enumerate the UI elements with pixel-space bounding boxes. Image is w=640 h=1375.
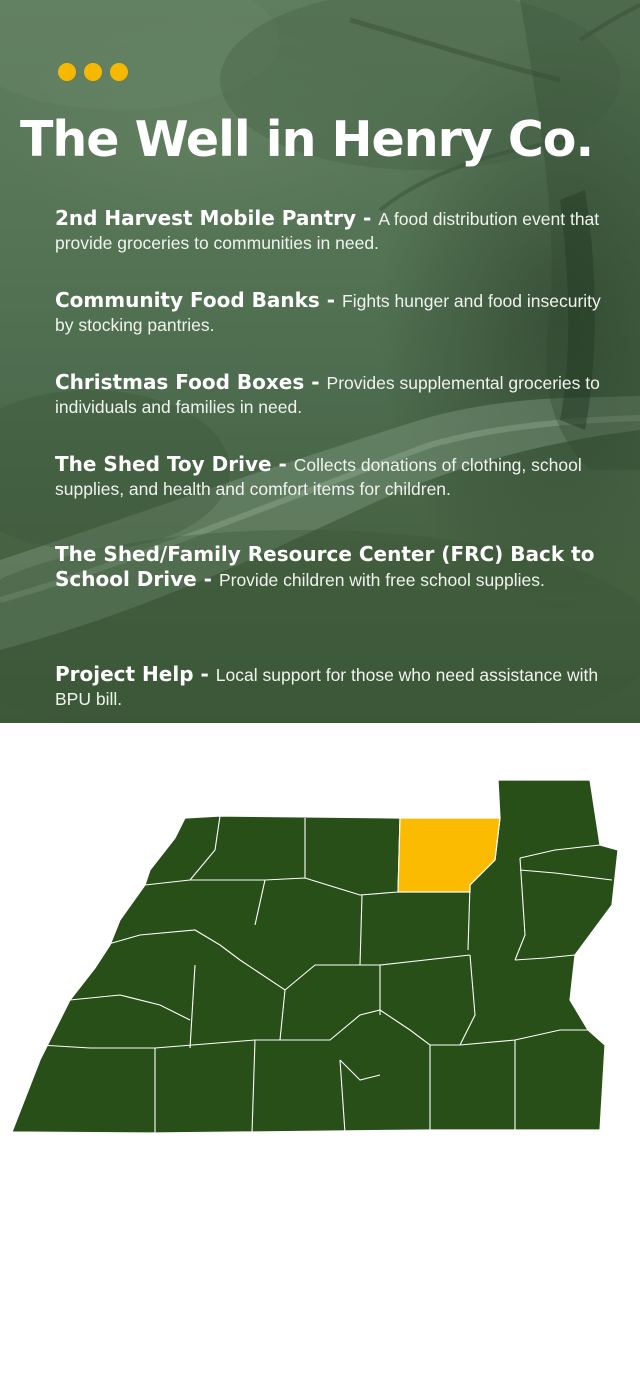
program-item: The Shed/Family Resource Center (FRC) Ba… (55, 542, 615, 592)
region-outline (11, 779, 619, 1134)
program-separator: - (193, 662, 216, 686)
region-shape (11, 779, 619, 1134)
dot-icon (84, 63, 102, 81)
program-item: The Shed Toy Drive - Collects donations … (55, 452, 615, 501)
program-separator: - (271, 452, 294, 476)
program-name: The Shed Toy Drive (55, 452, 272, 476)
dot-icon (58, 63, 76, 81)
program-item: Project Help - Local support for those w… (55, 662, 615, 711)
page-title: The Well in Henry Co. (20, 111, 594, 168)
dot-icon (110, 63, 128, 81)
program-item: Christmas Food Boxes - Provides suppleme… (55, 370, 615, 419)
program-name: Community Food Banks (55, 288, 320, 312)
decorative-dots (58, 63, 128, 81)
program-item: 2nd Harvest Mobile Pantry - A food distr… (55, 206, 615, 255)
program-name: Christmas Food Boxes (55, 370, 305, 394)
county-map (11, 779, 619, 1134)
program-name: Project Help (55, 662, 194, 686)
county-map-section (0, 723, 640, 1375)
hero-section: The Well in Henry Co. 2nd Harvest Mobile… (0, 0, 640, 723)
program-item: Community Food Banks - Fights hunger and… (55, 288, 615, 337)
program-separator: - (196, 567, 219, 591)
program-name: 2nd Harvest Mobile Pantry (55, 206, 357, 230)
program-separator: - (319, 288, 343, 312)
program-separator: - (304, 370, 327, 394)
program-description: Provide children with free school suppli… (218, 570, 545, 590)
program-separator: - (356, 206, 379, 230)
